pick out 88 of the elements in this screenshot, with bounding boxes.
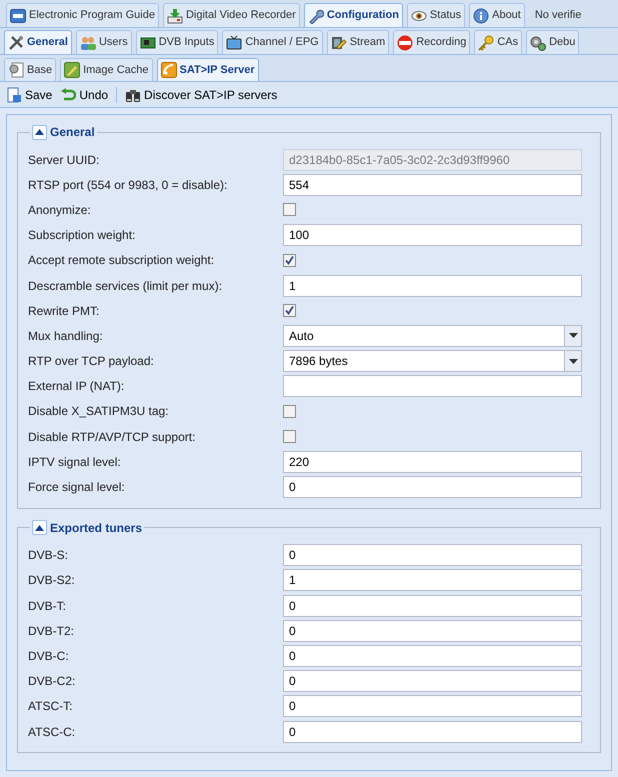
field-label: Subscription weight: xyxy=(28,227,136,244)
tab[interactable]: General xyxy=(4,30,72,54)
up-triangle-icon xyxy=(35,524,44,531)
tools-icon xyxy=(8,34,24,50)
section-title: General xyxy=(50,124,95,141)
rec-icon xyxy=(397,34,414,50)
input-field[interactable]: 1 xyxy=(283,569,582,592)
tab[interactable]: SAT>IP Server xyxy=(156,58,259,81)
tab[interactable]: Configuration xyxy=(304,3,403,27)
field-label: DVB-C2: xyxy=(28,673,76,690)
satellite-dish-icon xyxy=(160,62,177,78)
field-label: Server UUID: xyxy=(28,152,100,169)
input-field[interactable]: 0 xyxy=(283,594,582,617)
key-icon xyxy=(478,34,494,50)
tab[interactable]: About xyxy=(469,3,525,27)
field-label: DVB-T: xyxy=(28,598,68,615)
checkbox[interactable] xyxy=(283,304,296,318)
input-field[interactable]: 0 xyxy=(283,620,582,642)
checkbox[interactable] xyxy=(283,254,296,267)
checkbox[interactable] xyxy=(283,203,296,216)
field-label: External IP (NAT): xyxy=(28,378,126,396)
tv-icon xyxy=(226,34,242,50)
field-label: Disable X_SATIPM3U tag: xyxy=(28,403,170,420)
gear-document-icon xyxy=(8,62,24,78)
field-label: RTP over TCP payload: xyxy=(28,353,155,370)
tab[interactable]: DVB Inputs xyxy=(136,30,218,54)
save-icon xyxy=(6,86,22,102)
checkbox[interactable] xyxy=(283,404,296,418)
input-field[interactable]: 1 xyxy=(283,274,582,297)
circuit-card-icon xyxy=(140,34,156,50)
input-field[interactable]: 100 xyxy=(283,224,582,246)
dropdown[interactable]: 7896 bytes xyxy=(283,350,582,372)
dropdown[interactable]: Auto xyxy=(283,324,582,347)
field-label: Disable RTP/AVP/TCP support: xyxy=(28,428,196,446)
field-label: Force signal level: xyxy=(28,479,126,496)
epg-logo-icon xyxy=(10,8,26,24)
wrench-icon xyxy=(308,8,324,24)
field-label: Anonymize: xyxy=(28,202,92,219)
up-triangle-icon xyxy=(35,129,44,135)
field-label: ATSC-C: xyxy=(28,724,76,741)
field-label: ATSC-T: xyxy=(28,698,74,716)
input-field[interactable]: 0 xyxy=(283,544,582,566)
undo-button[interactable]: Undo xyxy=(58,84,110,104)
status-text: No verifie xyxy=(534,8,582,23)
input-field[interactable]: 220 xyxy=(283,450,582,473)
field-label: Descramble services (limit per mux): xyxy=(28,278,224,295)
tab[interactable]: Digital Video Recorder xyxy=(162,3,300,27)
input-field[interactable] xyxy=(283,375,582,398)
tab[interactable]: Base xyxy=(4,58,56,81)
download-tray-icon xyxy=(166,8,183,24)
gears-icon xyxy=(530,34,546,50)
input-field[interactable]: 554 xyxy=(283,174,582,196)
tab[interactable]: CAs xyxy=(474,30,522,54)
discover-button[interactable]: Discover SAT>IP servers xyxy=(123,84,280,104)
tab[interactable]: Stream xyxy=(326,30,390,54)
input-field[interactable]: 0 xyxy=(283,644,582,667)
field-label: DVB-S: xyxy=(28,547,70,564)
field-label: DVB-T2: xyxy=(28,622,76,640)
input-field[interactable]: 0 xyxy=(283,695,582,718)
field-label: Accept remote subscription weight: xyxy=(28,252,216,270)
input-field[interactable]: 0 xyxy=(283,720,582,743)
input-field[interactable]: 0 xyxy=(283,476,582,498)
checkbox[interactable] xyxy=(283,430,296,444)
tab[interactable]: Recording xyxy=(393,30,470,54)
save-button[interactable]: Save xyxy=(4,84,54,104)
field-label: Rewrite PMT: xyxy=(28,302,100,320)
film-pencil-icon xyxy=(330,34,347,50)
tab[interactable]: Electronic Program Guide xyxy=(6,3,159,27)
field-label: DVB-S2: xyxy=(28,572,76,590)
tab[interactable]: Channel / EPG xyxy=(222,30,323,54)
field-label: DVB-C: xyxy=(28,648,70,665)
field-label: Mux handling: xyxy=(28,328,104,345)
dropdown-arrow-icon xyxy=(568,333,578,338)
field-label: IPTV signal level: xyxy=(28,454,122,471)
field-label: RTSP port (554 or 9983, 0 = disable): xyxy=(28,176,228,194)
section-title: Exported tuners xyxy=(50,520,142,537)
dropdown-arrow-icon xyxy=(568,358,578,364)
tab[interactable]: Status xyxy=(406,3,466,27)
info-icon xyxy=(473,8,490,24)
input-field[interactable]: 0 xyxy=(283,670,582,692)
tab[interactable]: Image Cache xyxy=(60,58,153,81)
tab[interactable]: Debu xyxy=(526,30,580,54)
collapse-toggle[interactable] xyxy=(32,520,47,536)
undo-icon xyxy=(60,86,76,102)
brush-icon xyxy=(64,62,80,78)
collapse-toggle[interactable] xyxy=(32,124,47,140)
tab[interactable]: Users xyxy=(76,30,132,54)
users-icon xyxy=(80,34,96,50)
